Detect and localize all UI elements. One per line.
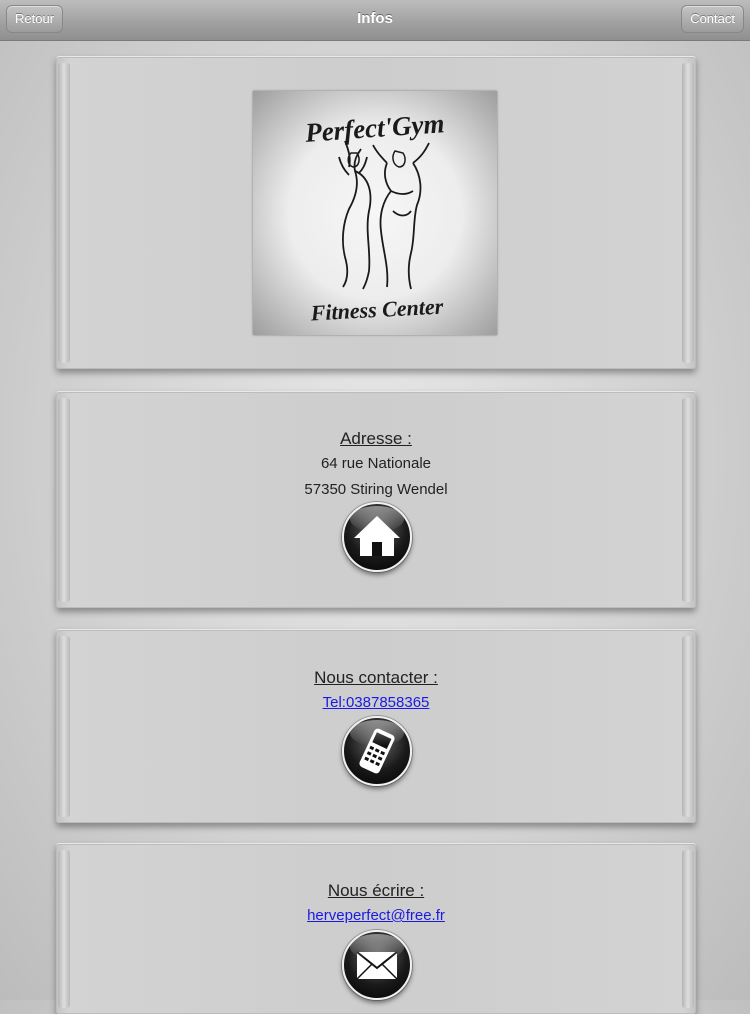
logo-text-top: Perfect'Gym [303,108,445,148]
contact-button[interactable]: Contact [681,5,744,33]
map-button[interactable] [342,502,412,572]
envelope-icon [356,951,398,980]
email-button[interactable] [342,930,412,1000]
gym-logo: Perfect'Gym Fitness Center [253,91,497,335]
logo-card: Perfect'Gym Fitness Center [56,56,696,369]
email-heading: Nous écrire : [327,881,425,900]
navigation-bar: Retour Infos Contact [0,0,750,41]
address-line-2: 57350 Stiring Wendel [304,481,448,498]
address-card: Adresse : 64 rue Nationale 57350 Stiring… [56,391,696,608]
mobile-phone-icon [359,728,395,774]
home-icon [354,516,400,556]
phone-link[interactable]: Tel:0387858365 [56,694,696,711]
contact-card: Nous contacter : Tel:0387858365 [56,629,696,823]
contact-heading: Nous contacter : [314,668,438,687]
page-title: Infos [357,10,393,27]
call-button[interactable] [342,716,412,786]
address-line-1: 64 rue Nationale [320,455,432,472]
address-heading: Adresse : [340,429,412,448]
email-card: Nous écrire : herveperfect@free.fr [56,843,696,1014]
logo-text-bottom: Fitness Center [309,294,444,326]
email-link[interactable]: herveperfect@free.fr [56,907,696,924]
